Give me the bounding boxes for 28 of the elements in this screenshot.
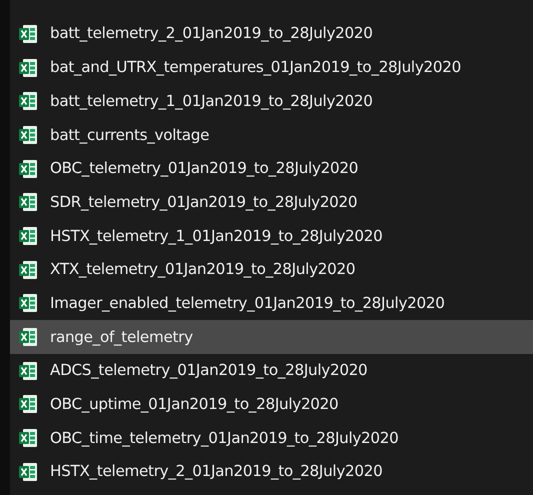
file-row[interactable]: HSTX_telemetry_1_01Jan2019_to_28July2020 bbox=[10, 219, 533, 253]
file-row[interactable]: XTX_telemetry_01Jan2019_to_28July2020 bbox=[10, 252, 533, 286]
file-row[interactable]: batt_telemetry_1_01Jan2019_to_28July2020 bbox=[10, 84, 533, 118]
file-row[interactable]: range_of_telemetry bbox=[10, 320, 533, 354]
spreadsheet-file-icon bbox=[18, 260, 38, 280]
file-row[interactable]: OBC_time_telemetry_01Jan2019_to_28July2020 bbox=[10, 421, 533, 455]
spreadsheet-file-icon bbox=[18, 24, 38, 44]
file-row[interactable]: ADCS_telemetry_01Jan2019_to_28July2020 bbox=[10, 354, 533, 388]
file-row[interactable]: SDR_telemetry_01Jan2019_to_28July2020 bbox=[10, 185, 533, 220]
spreadsheet-file-icon bbox=[18, 360, 38, 381]
spreadsheet-file-icon bbox=[18, 158, 38, 179]
file-row[interactable]: HSTX_telemetry_2_01Jan2019_to_28July2020 bbox=[10, 454, 533, 489]
file-row[interactable]: Imager_enabled_telemetry_01Jan2019_to_28July2020 bbox=[10, 286, 533, 320]
spreadsheet-file-icon bbox=[18, 192, 38, 212]
file-row[interactable]: batt_telemetry_2_01Jan2019_to_28July2020 bbox=[10, 17, 533, 51]
spreadsheet-file-icon bbox=[18, 327, 38, 348]
file-row[interactable]: bat_and_UTRX_temperatures_01Jan2019_to_28July2020 bbox=[10, 50, 533, 84]
spreadsheet-file-icon bbox=[18, 394, 38, 414]
spreadsheet-file-icon bbox=[18, 58, 38, 78]
spreadsheet-file-icon bbox=[18, 293, 38, 314]
file-row[interactable]: batt_currents_voltage bbox=[10, 118, 533, 152]
spreadsheet-file-icon bbox=[18, 91, 38, 112]
file-row[interactable]: OBC_telemetry_01Jan2019_to_28July2020 bbox=[10, 152, 533, 186]
spreadsheet-file-icon bbox=[18, 428, 38, 448]
spreadsheet-file-icon bbox=[18, 124, 38, 145]
spreadsheet-file-icon bbox=[18, 462, 38, 482]
file-row[interactable]: OBC_uptime_01Jan2019_to_28July2020 bbox=[10, 388, 533, 422]
spreadsheet-file-icon bbox=[18, 226, 38, 246]
